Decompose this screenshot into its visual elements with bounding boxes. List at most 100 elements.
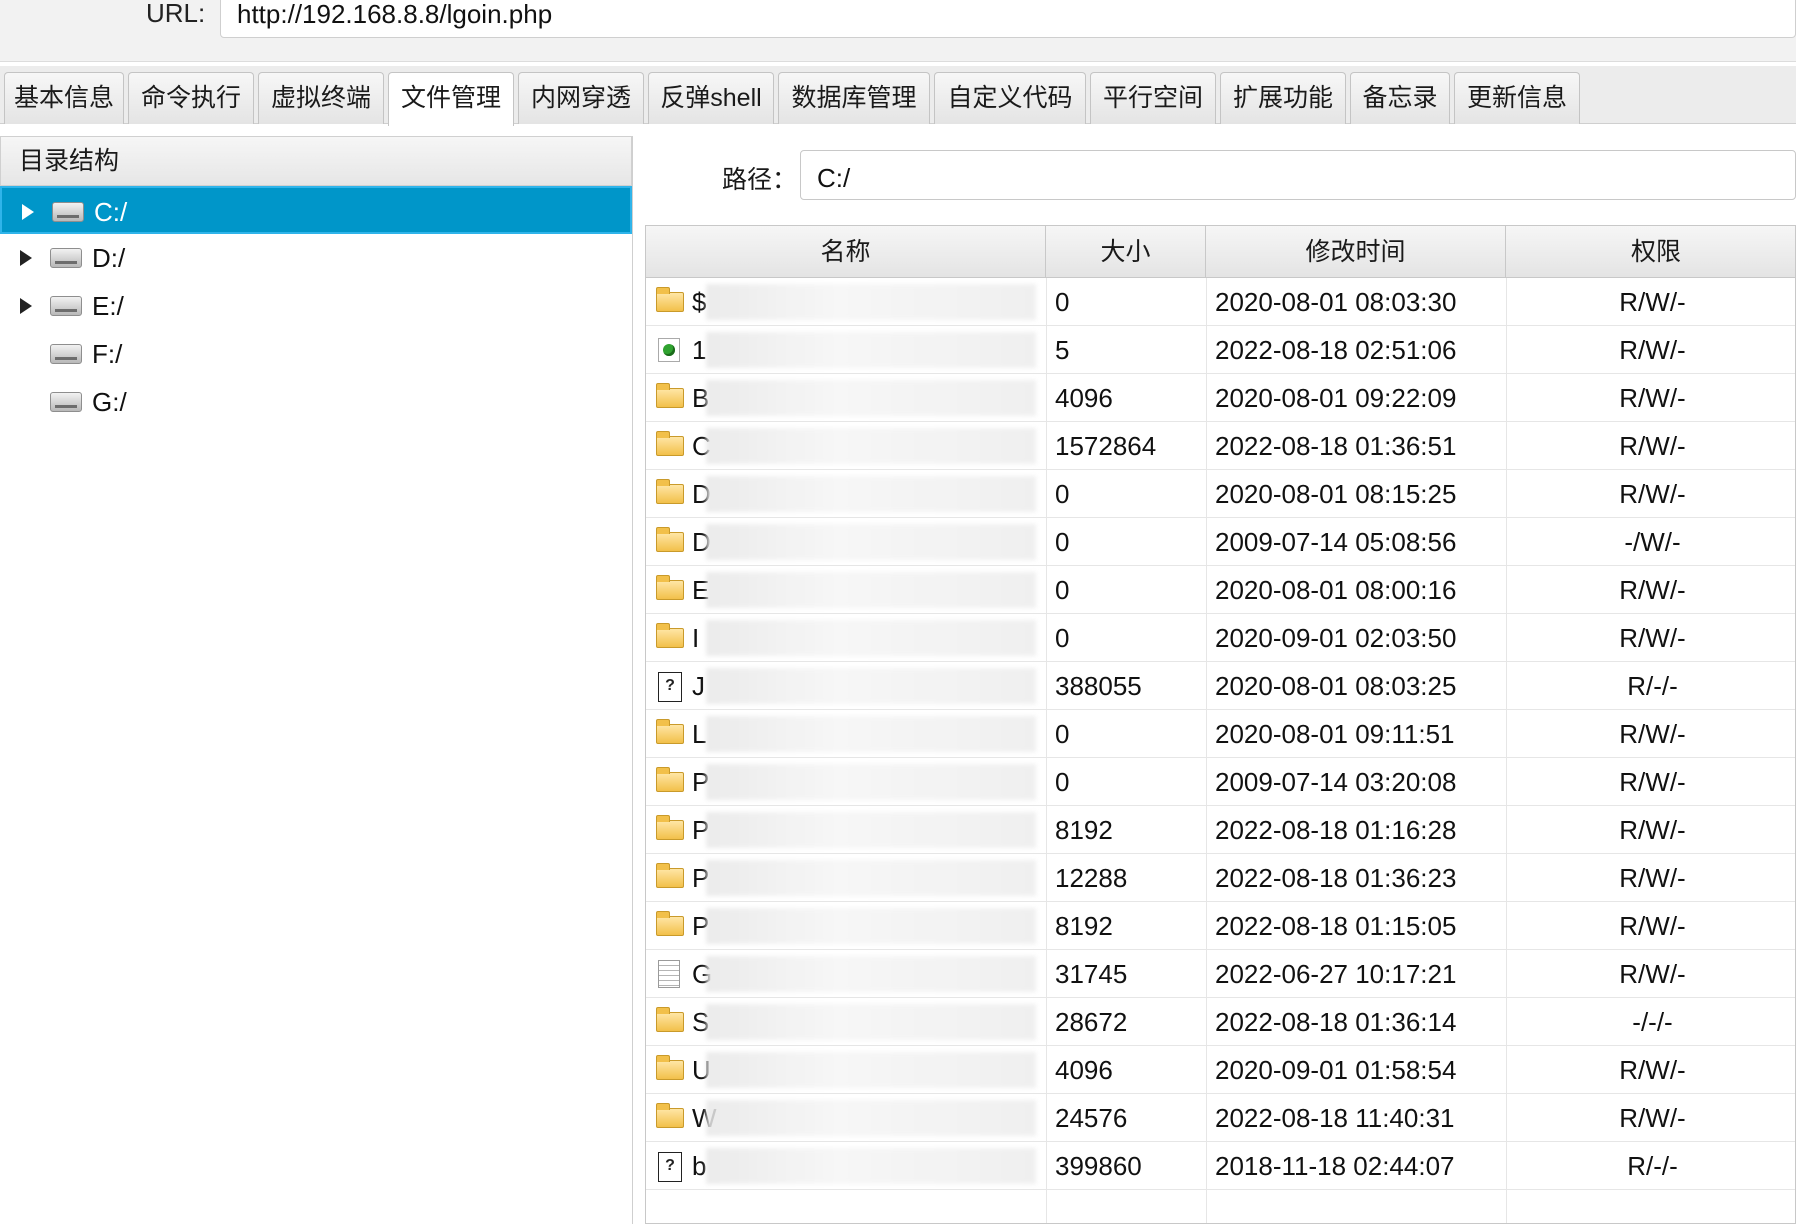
column-header-permission[interactable]: 权限	[1506, 226, 1795, 278]
cell-modified-time: 2022-08-18 01:36:14	[1206, 998, 1506, 1046]
table-row[interactable]: C 1572864 2022-08-18 01:36:51 R/W/-	[646, 422, 1795, 470]
cell-permission: R/W/-	[1506, 278, 1795, 326]
table-row[interactable]: I 0 2020-09-01 02:03:50 R/W/-	[646, 614, 1795, 662]
redaction-blur	[706, 284, 1036, 320]
cell-name: C	[646, 422, 1046, 470]
cell-size: 0	[1046, 278, 1206, 326]
folder-icon	[656, 1055, 684, 1080]
column-header-size[interactable]: 大小	[1046, 226, 1206, 278]
file-name: $	[692, 287, 707, 317]
tab-custom-code[interactable]: 自定义代码	[934, 72, 1086, 124]
file-name: b	[692, 1151, 707, 1181]
column-header-name[interactable]: 名称	[646, 226, 1046, 278]
table-row[interactable]: U 4096 2020-09-01 01:58:54 R/W/-	[646, 1046, 1795, 1094]
cell-size: 12288	[1046, 854, 1206, 902]
cell-modified-time: 2018-11-18 02:44:07	[1206, 1142, 1506, 1190]
cell-size: 0	[1046, 566, 1206, 614]
file-table: 名称 大小 修改时间 权限 $0 2020-08-01 08:03:30 R/W/-…	[645, 225, 1796, 1224]
table-row[interactable]: D 0 2020-08-01 08:15:25 R/W/-	[646, 470, 1795, 518]
redaction-blur	[706, 1100, 1036, 1136]
table-row[interactable]: B 4096 2020-08-01 09:22:09 R/W/-	[646, 374, 1795, 422]
table-row[interactable]: W 24576 2022-08-18 11:40:31 R/W/-	[646, 1094, 1795, 1142]
expand-arrow-icon[interactable]	[22, 204, 34, 220]
table-row[interactable]: L 0 2020-08-01 09:11:51 R/W/-	[646, 710, 1795, 758]
tree-item-c[interactable]: C:/	[0, 186, 632, 234]
table-row[interactable]: E 0 2020-08-01 08:00:16 R/W/-	[646, 566, 1795, 614]
redaction-blur	[706, 332, 1036, 368]
directory-tree-header: 目录结构	[0, 136, 632, 186]
table-row[interactable]: P 12288 2022-08-18 01:36:23 R/W/-	[646, 854, 1795, 902]
drive-icon	[50, 296, 82, 316]
table-row[interactable]: $0 2020-08-01 08:03:30 R/W/-	[646, 278, 1795, 326]
file-name: 1	[692, 335, 707, 365]
cell-size: 399860	[1046, 1142, 1206, 1190]
cell-name: P	[646, 854, 1046, 902]
url-input[interactable]: http://192.168.8.8/lgoin.php	[220, 0, 1796, 38]
tab-update-info[interactable]: 更新信息	[1454, 72, 1580, 124]
tab-virtual-terminal[interactable]: 虚拟终端	[258, 72, 384, 124]
file-name: I	[692, 623, 700, 653]
cell-name: S	[646, 998, 1046, 1046]
cell-permission: R/W/-	[1506, 1094, 1795, 1142]
tab-memo[interactable]: 备忘录	[1350, 72, 1450, 124]
tab-basic-info[interactable]: 基本信息	[4, 72, 124, 124]
table-row[interactable]: ? J 388055 2020-08-01 08:03:25 R/-/-	[646, 662, 1795, 710]
tree-item-e[interactable]: E:/	[0, 282, 632, 330]
cell-permission: -/-/-	[1506, 998, 1795, 1046]
tab-file-manager[interactable]: 文件管理	[388, 72, 514, 126]
table-row[interactable]: P 0 2009-07-14 03:20:08 R/W/-	[646, 758, 1795, 806]
cell-size: 388055	[1046, 662, 1206, 710]
tab-intranet-tunnel[interactable]: 内网穿透	[518, 72, 644, 124]
cell-modified-time: 2009-07-14 03:20:08	[1206, 758, 1506, 806]
drive-icon	[50, 248, 82, 268]
cell-size: 8192	[1046, 806, 1206, 854]
tab-parallel-space[interactable]: 平行空间	[1090, 72, 1216, 124]
table-body: $0 2020-08-01 08:03:30 R/W/- 1 5 2022-08-18 0…	[646, 278, 1795, 1190]
tab-command-exec[interactable]: 命令执行	[128, 72, 254, 124]
cell-modified-time: 2022-06-27 10:17:21	[1206, 950, 1506, 998]
cell-name: P	[646, 902, 1046, 950]
redaction-blur	[706, 428, 1036, 464]
table-row[interactable]: G 31745 2022-06-27 10:17:21 R/W/-	[646, 950, 1795, 998]
table-row[interactable]: S 28672 2022-08-18 01:36:14 -/-/-	[646, 998, 1795, 1046]
cell-size: 0	[1046, 470, 1206, 518]
tree-item-label: D:/	[92, 243, 126, 273]
table-row[interactable]: P 8192 2022-08-18 01:15:05 R/W/-	[646, 902, 1795, 950]
cell-name: B	[646, 374, 1046, 422]
column-header-modified[interactable]: 修改时间	[1206, 226, 1506, 278]
path-value: C:/	[817, 163, 851, 193]
path-input[interactable]: C:/	[800, 150, 1796, 200]
cell-modified-time: 2022-08-18 01:15:05	[1206, 902, 1506, 950]
cell-name: U	[646, 1046, 1046, 1094]
tree-item-d[interactable]: D:/	[0, 234, 632, 282]
cell-permission: R/W/-	[1506, 806, 1795, 854]
table-row[interactable]: 1 5 2022-08-18 02:51:06 R/W/-	[646, 326, 1795, 374]
cell-modified-time: 2020-08-01 08:03:30	[1206, 278, 1506, 326]
folder-icon	[656, 287, 684, 312]
cell-permission: R/W/-	[1506, 566, 1795, 614]
folder-icon	[656, 767, 684, 792]
expand-arrow-icon[interactable]	[20, 250, 32, 266]
text-file-icon	[658, 960, 680, 988]
cell-modified-time: 2020-08-01 09:22:09	[1206, 374, 1506, 422]
tab-extensions[interactable]: 扩展功能	[1220, 72, 1346, 124]
tab-reverse-shell[interactable]: 反弹shell	[648, 72, 774, 124]
cell-size: 24576	[1046, 1094, 1206, 1142]
folder-icon	[656, 575, 684, 600]
cell-permission: R/W/-	[1506, 710, 1795, 758]
tab-database-manager[interactable]: 数据库管理	[778, 72, 930, 124]
cell-modified-time: 2020-08-01 09:11:51	[1206, 710, 1506, 758]
cell-permission: R/W/-	[1506, 470, 1795, 518]
cell-permission: -/W/-	[1506, 518, 1795, 566]
table-row[interactable]: P 8192 2022-08-18 01:16:28 R/W/-	[646, 806, 1795, 854]
tree-item-g[interactable]: G:/	[0, 378, 632, 426]
table-row[interactable]: ? b 399860 2018-11-18 02:44:07 R/-/-	[646, 1142, 1795, 1190]
cell-size: 28672	[1046, 998, 1206, 1046]
cell-permission: R/W/-	[1506, 326, 1795, 374]
tree-item-f[interactable]: F:/	[0, 330, 632, 378]
cell-size: 0	[1046, 758, 1206, 806]
expand-arrow-icon[interactable]	[20, 298, 32, 314]
cell-permission: R/W/-	[1506, 422, 1795, 470]
table-row[interactable]: D 0 2009-07-14 05:08:56 -/W/-	[646, 518, 1795, 566]
folder-icon	[656, 479, 684, 504]
